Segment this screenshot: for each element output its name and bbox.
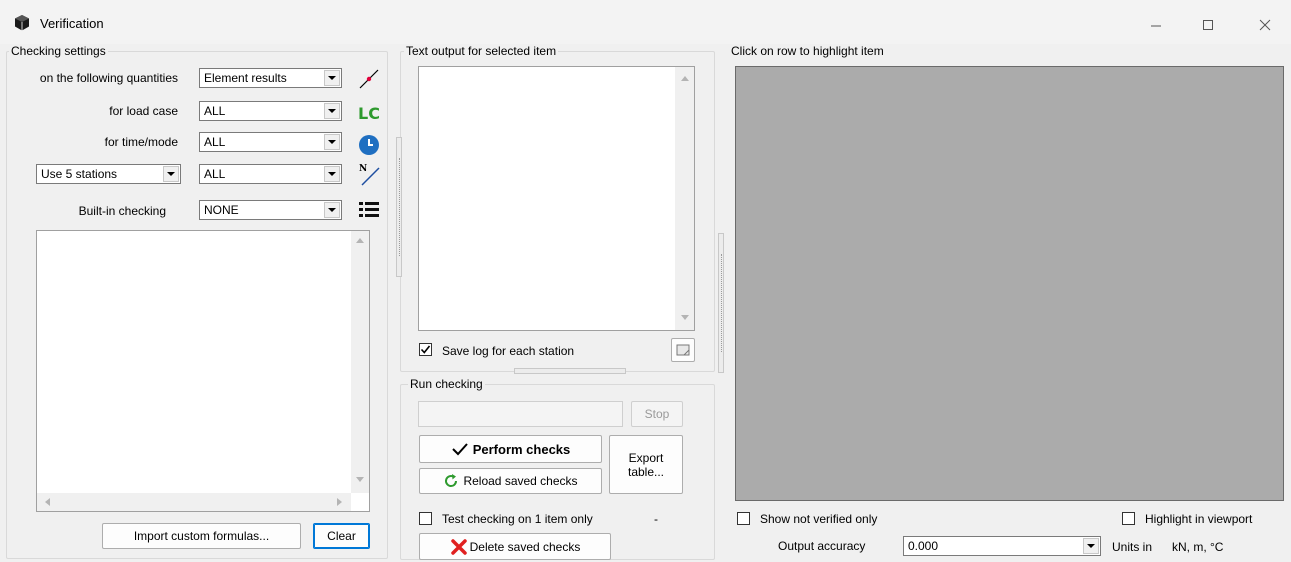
chevron-down-icon bbox=[324, 134, 340, 150]
load-case-combo[interactable]: ALL bbox=[199, 101, 342, 121]
scroll-left-icon bbox=[43, 497, 53, 507]
refresh-icon bbox=[445, 474, 458, 487]
minimize-icon bbox=[1151, 25, 1161, 27]
export-label-line1: Export bbox=[628, 450, 664, 465]
maximize-button[interactable] bbox=[1185, 10, 1231, 40]
chevron-down-icon bbox=[324, 103, 340, 119]
chevron-down-icon bbox=[324, 166, 340, 182]
clock-icon[interactable] bbox=[356, 132, 382, 158]
delete-x-icon bbox=[450, 538, 467, 555]
results-title: Click on row to highlight item bbox=[729, 44, 886, 58]
custom-formulas-list[interactable] bbox=[36, 230, 370, 512]
built-in-checking-value: NONE bbox=[204, 203, 239, 217]
middle-splitter[interactable] bbox=[514, 368, 626, 374]
perform-checks-label: Perform checks bbox=[472, 441, 571, 457]
svg-text:N: N bbox=[359, 164, 367, 174]
quantities-label: on the following quantities bbox=[39, 71, 178, 85]
maximize-icon bbox=[1203, 20, 1213, 30]
show-not-verified-checkbox[interactable] bbox=[737, 512, 750, 525]
import-custom-formulas-button[interactable]: Import custom formulas... bbox=[102, 523, 301, 549]
scroll-up-icon bbox=[680, 74, 690, 84]
window-title: Verification bbox=[40, 16, 104, 31]
formulas-vertical-scrollbar[interactable] bbox=[351, 231, 369, 493]
perform-checks-button[interactable]: Perform checks bbox=[419, 435, 602, 463]
output-accuracy-label: Output accuracy bbox=[778, 539, 866, 553]
stop-button[interactable]: Stop bbox=[631, 401, 683, 427]
reload-saved-checks-label: Reload saved checks bbox=[463, 474, 578, 488]
stations-filter-combo[interactable]: ALL bbox=[199, 164, 342, 184]
close-button[interactable] bbox=[1242, 10, 1288, 40]
output-accuracy-value: 0.000 bbox=[908, 539, 939, 553]
results-grid[interactable] bbox=[735, 66, 1284, 501]
export-table-button[interactable]: Export table... bbox=[609, 435, 683, 494]
scroll-down-icon bbox=[355, 475, 365, 485]
test-one-item-label: Test checking on 1 item only bbox=[442, 512, 593, 526]
left-splitter[interactable] bbox=[396, 137, 402, 277]
quantities-combo[interactable]: Element results bbox=[199, 68, 342, 88]
stations-value: Use 5 stations bbox=[41, 167, 118, 181]
element-results-icon[interactable] bbox=[356, 66, 382, 92]
clear-button[interactable]: Clear bbox=[313, 523, 370, 549]
cube-icon bbox=[15, 15, 29, 31]
save-log-checkbox[interactable] bbox=[419, 343, 432, 356]
text-output-title: Text output for selected item bbox=[404, 44, 559, 58]
load-case-icon[interactable]: LC bbox=[356, 99, 382, 125]
note-icon[interactable] bbox=[671, 338, 695, 362]
formulas-horizontal-scrollbar[interactable] bbox=[37, 493, 351, 511]
units-label: Units in bbox=[1112, 540, 1153, 554]
export-label-line2: table... bbox=[627, 464, 665, 479]
minimize-button[interactable] bbox=[1133, 10, 1179, 40]
delete-saved-checks-button[interactable]: Delete saved checks bbox=[419, 533, 611, 560]
time-mode-value: ALL bbox=[204, 135, 226, 149]
quantities-value: Element results bbox=[204, 71, 287, 85]
time-mode-label: for time/mode bbox=[104, 135, 178, 149]
highlight-viewport-checkbox[interactable] bbox=[1122, 512, 1135, 525]
chevron-down-icon bbox=[324, 202, 340, 218]
chevron-down-icon bbox=[324, 70, 340, 86]
stations-filter-value: ALL bbox=[204, 167, 226, 181]
checkmark-icon bbox=[452, 443, 468, 456]
title-bar bbox=[0, 0, 1291, 44]
right-splitter[interactable] bbox=[718, 233, 724, 373]
progress-bar bbox=[418, 401, 623, 427]
delete-saved-checks-label: Delete saved checks bbox=[469, 539, 581, 554]
test-one-item-checkbox[interactable] bbox=[419, 512, 432, 525]
list-icon[interactable] bbox=[356, 197, 382, 223]
scroll-down-icon bbox=[680, 313, 690, 323]
built-in-checking-combo[interactable]: NONE bbox=[199, 200, 342, 220]
close-icon bbox=[1259, 19, 1271, 31]
time-mode-combo[interactable]: ALL bbox=[199, 132, 342, 152]
load-case-value: ALL bbox=[204, 104, 226, 118]
svg-text:LC: LC bbox=[358, 104, 380, 123]
chevron-down-icon bbox=[163, 166, 179, 182]
checking-settings-title: Checking settings bbox=[9, 44, 108, 58]
highlight-viewport-label: Highlight in viewport bbox=[1145, 512, 1253, 526]
scroll-up-icon bbox=[355, 236, 365, 246]
run-checking-title: Run checking bbox=[408, 377, 485, 391]
output-accuracy-combo[interactable]: 0.000 bbox=[903, 536, 1101, 556]
text-output-box[interactable] bbox=[418, 66, 695, 331]
stations-icon[interactable]: N bbox=[356, 161, 382, 187]
checkmark-icon bbox=[420, 345, 431, 354]
text-output-scrollbar[interactable] bbox=[675, 67, 694, 330]
scroll-right-icon bbox=[335, 497, 345, 507]
chevron-down-icon bbox=[1083, 538, 1099, 554]
stations-combo[interactable]: Use 5 stations bbox=[36, 164, 181, 184]
units-value: kN, m, °C bbox=[1172, 540, 1224, 554]
show-not-verified-label: Show not verified only bbox=[760, 512, 878, 526]
save-log-label: Save log for each station bbox=[442, 344, 575, 358]
built-in-checking-label: Built-in checking bbox=[78, 204, 166, 218]
reload-saved-checks-button[interactable]: Reload saved checks bbox=[419, 468, 602, 494]
test-status-dash: - bbox=[654, 512, 658, 526]
load-case-label: for load case bbox=[109, 104, 178, 118]
